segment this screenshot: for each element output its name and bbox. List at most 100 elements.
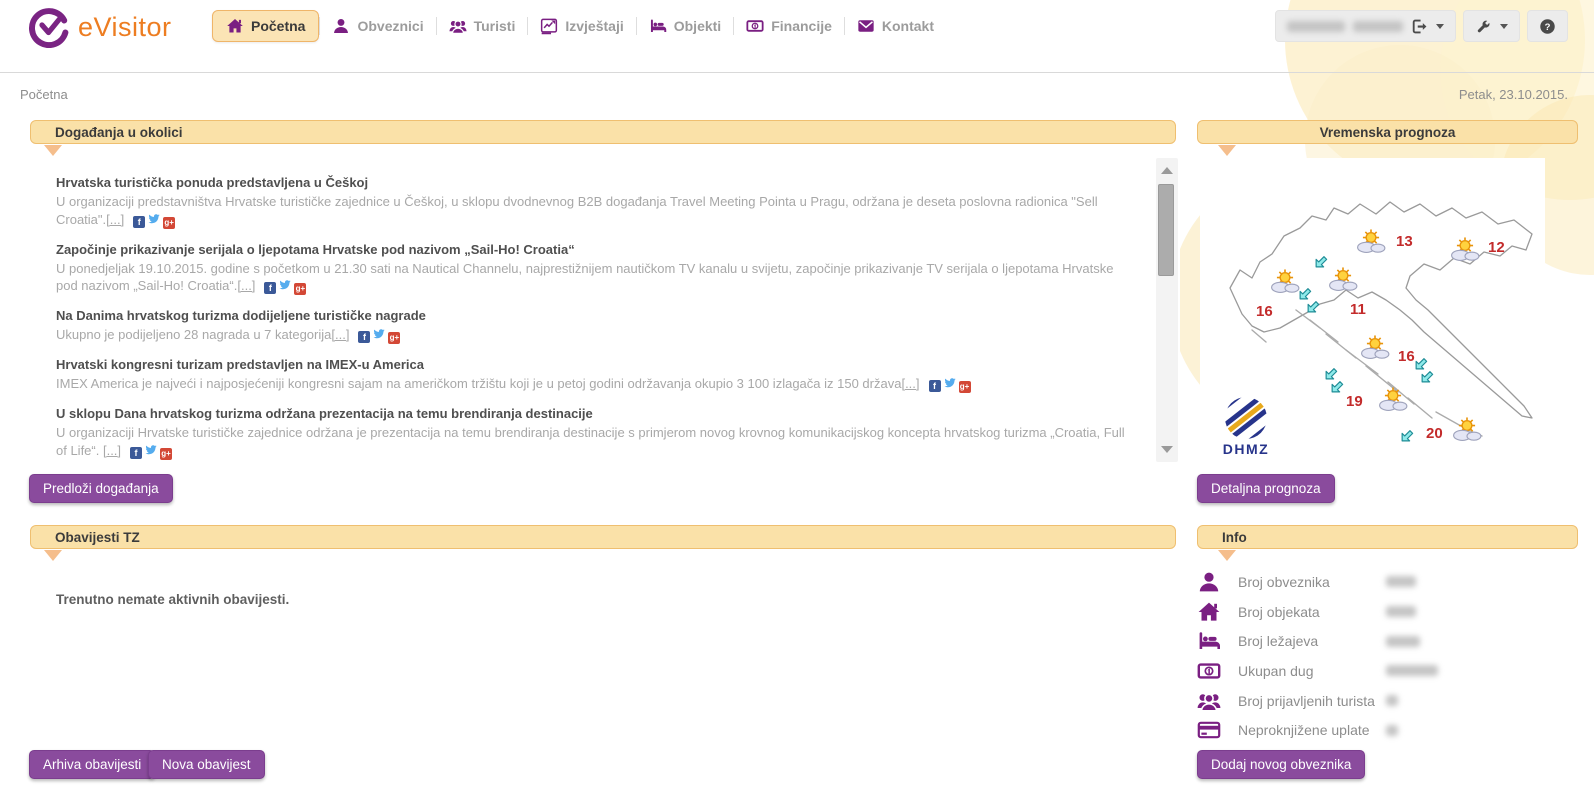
current-date: Petak, 23.10.2015.	[1459, 87, 1568, 102]
google-plus-icon[interactable]: g+	[388, 332, 400, 344]
twitter-icon[interactable]	[148, 213, 160, 225]
news-item: Započinje prikazivanje serijala o ljepot…	[56, 242, 1130, 296]
scroll-up-arrow[interactable]	[1161, 167, 1173, 174]
info-row: Neproknjižene uplate	[1197, 715, 1578, 745]
info-stats-list: Broj obveznika Broj objekata Broj ležaje…	[1197, 567, 1578, 745]
scroll-down-arrow[interactable]	[1161, 446, 1173, 453]
nav-item-turisti[interactable]: Turisti	[436, 17, 528, 35]
twitter-icon[interactable]	[279, 279, 291, 291]
news-item-summary: U organizaciji Hrvatske turističke zajed…	[56, 424, 1130, 460]
twitter-icon[interactable]	[373, 328, 385, 340]
info-row-icon	[1197, 629, 1221, 653]
news-more-link[interactable]: [...]	[237, 278, 255, 293]
suggest-events-button[interactable]: Predloži događanja	[29, 474, 173, 503]
nav-item-kontakt[interactable]: Kontakt	[844, 17, 946, 35]
temperature-label: 12	[1488, 239, 1505, 256]
news-item-title: Započinje prikazivanje serijala o ljepot…	[56, 242, 1130, 257]
info-row-label: Broj objekata	[1238, 604, 1386, 620]
notices-panel-header: Obavijesti TZ	[30, 525, 1176, 549]
question-icon	[1539, 18, 1556, 35]
temperature-label: 11	[1350, 301, 1366, 318]
header-divider	[0, 72, 1594, 73]
nav-item-label: Kontakt	[882, 18, 934, 34]
nav-item-label: Turisti	[474, 18, 516, 34]
nav-item-pocetna[interactable]: Početna	[212, 10, 319, 42]
news-item-summary: U ponedjeljak 19.10.2015. godine s počet…	[56, 260, 1130, 296]
nav-icon	[540, 17, 558, 35]
news-item: U sklopu Dana hrvatskog turizma održana …	[56, 406, 1130, 460]
news-item-title: Na Danima hrvatskog turizma dodijeljene …	[56, 308, 1130, 323]
news-item-title: Hrvatska turistička ponuda predstavljena…	[56, 175, 1130, 190]
nav-icon	[226, 17, 244, 35]
nav-icon	[857, 17, 875, 35]
news-item: Hrvatski kongresni turizam predstavljen …	[56, 357, 1130, 393]
google-plus-icon[interactable]: g+	[959, 381, 971, 393]
events-news-list: Hrvatska turistička ponuda predstavljena…	[30, 158, 1180, 462]
info-row-label: Broj obveznika	[1238, 574, 1386, 590]
facebook-icon[interactable]: f	[130, 447, 142, 459]
panel-pointer	[44, 145, 62, 156]
new-notice-button[interactable]: Nova obavijest	[148, 750, 265, 779]
scrollbar-thumb[interactable]	[1158, 184, 1174, 276]
twitter-icon[interactable]	[944, 377, 956, 389]
tools-button[interactable]	[1463, 10, 1520, 42]
nav-item-objekti[interactable]: Objekti	[636, 17, 733, 35]
events-panel-header: Događanja u okolici	[30, 120, 1176, 144]
nav-icon	[332, 17, 350, 35]
google-plus-icon[interactable]: g+	[160, 448, 172, 460]
masked-value	[1386, 695, 1398, 706]
weather-panel-header: Vremenska prognoza	[1197, 120, 1578, 144]
info-row-icon	[1197, 600, 1221, 624]
info-row: Broj objekata	[1197, 597, 1578, 627]
wrench-icon	[1475, 18, 1492, 35]
notices-archive-button[interactable]: Arhiva obavijesti	[29, 750, 155, 779]
masked-value	[1386, 576, 1416, 587]
facebook-icon[interactable]: f	[133, 216, 145, 228]
twitter-icon[interactable]	[145, 444, 157, 456]
facebook-icon[interactable]: f	[929, 380, 941, 392]
nav-item-label: Financije	[771, 18, 832, 34]
temperature-label: 16	[1256, 303, 1273, 320]
panel-pointer	[1218, 550, 1236, 561]
temperature-label: 19	[1346, 393, 1363, 410]
evisitor-home-page: eVisitor Početna Obveznici Turisti Izvje…	[0, 0, 1594, 798]
info-row-icon	[1197, 659, 1221, 683]
news-more-link[interactable]: [...]	[901, 376, 919, 391]
detailed-forecast-button[interactable]: Detaljna prognoza	[1197, 474, 1335, 503]
help-button[interactable]	[1527, 10, 1568, 42]
news-more-link[interactable]: [...]	[331, 327, 349, 342]
news-item-summary: Ukupno je podijeljeno 28 nagrada u 7 kat…	[56, 326, 1130, 344]
info-row-label: Ukupan dug	[1238, 663, 1386, 679]
temperature-label: 13	[1396, 233, 1413, 250]
facebook-icon[interactable]: f	[358, 331, 370, 343]
info-row: Broj obveznika	[1197, 567, 1578, 597]
nav-item-obveznici[interactable]: Obveznici	[319, 17, 435, 35]
svg-text:DHMZ: DHMZ	[1223, 441, 1269, 457]
info-row-label: Broj ležajeva	[1238, 633, 1386, 649]
nav-icon	[649, 17, 667, 35]
news-item-title: Hrvatski kongresni turizam predstavljen …	[56, 357, 1130, 372]
masked-value	[1386, 665, 1438, 676]
nav-item-label: Izvještaji	[565, 18, 623, 34]
news-item-summary: U organizaciji predstavništva Hrvatske t…	[56, 193, 1130, 229]
news-scrollbar[interactable]	[1156, 158, 1178, 462]
news-more-link[interactable]: [...]	[106, 212, 124, 227]
chevron-down-icon	[1500, 24, 1508, 29]
news-more-link[interactable]: [...]	[103, 443, 121, 458]
nav-item-financije[interactable]: Financije	[733, 17, 844, 35]
main-navigation: Početna Obveznici Turisti Izvještaji Obj…	[212, 9, 946, 43]
news-item: Na Danima hrvatskog turizma dodijeljene …	[56, 308, 1130, 344]
user-account-button[interactable]	[1275, 10, 1456, 42]
google-plus-icon[interactable]: g+	[294, 283, 306, 295]
add-obligor-button[interactable]: Dodaj novog obveznika	[1197, 750, 1365, 779]
breadcrumb[interactable]: Početna	[20, 87, 68, 102]
masked-value	[1386, 725, 1398, 736]
facebook-icon[interactable]: f	[264, 282, 276, 294]
nav-item-izvjestaji[interactable]: Izvještaji	[527, 17, 635, 35]
news-item-summary: IMEX America je najveći i najposjećeniji…	[56, 375, 1130, 393]
info-row-icon	[1197, 689, 1221, 713]
masked-value	[1386, 606, 1416, 617]
app-logo[interactable]: eVisitor	[28, 6, 172, 48]
info-row-label: Neproknjižene uplate	[1238, 722, 1386, 738]
google-plus-icon[interactable]: g+	[163, 217, 175, 229]
